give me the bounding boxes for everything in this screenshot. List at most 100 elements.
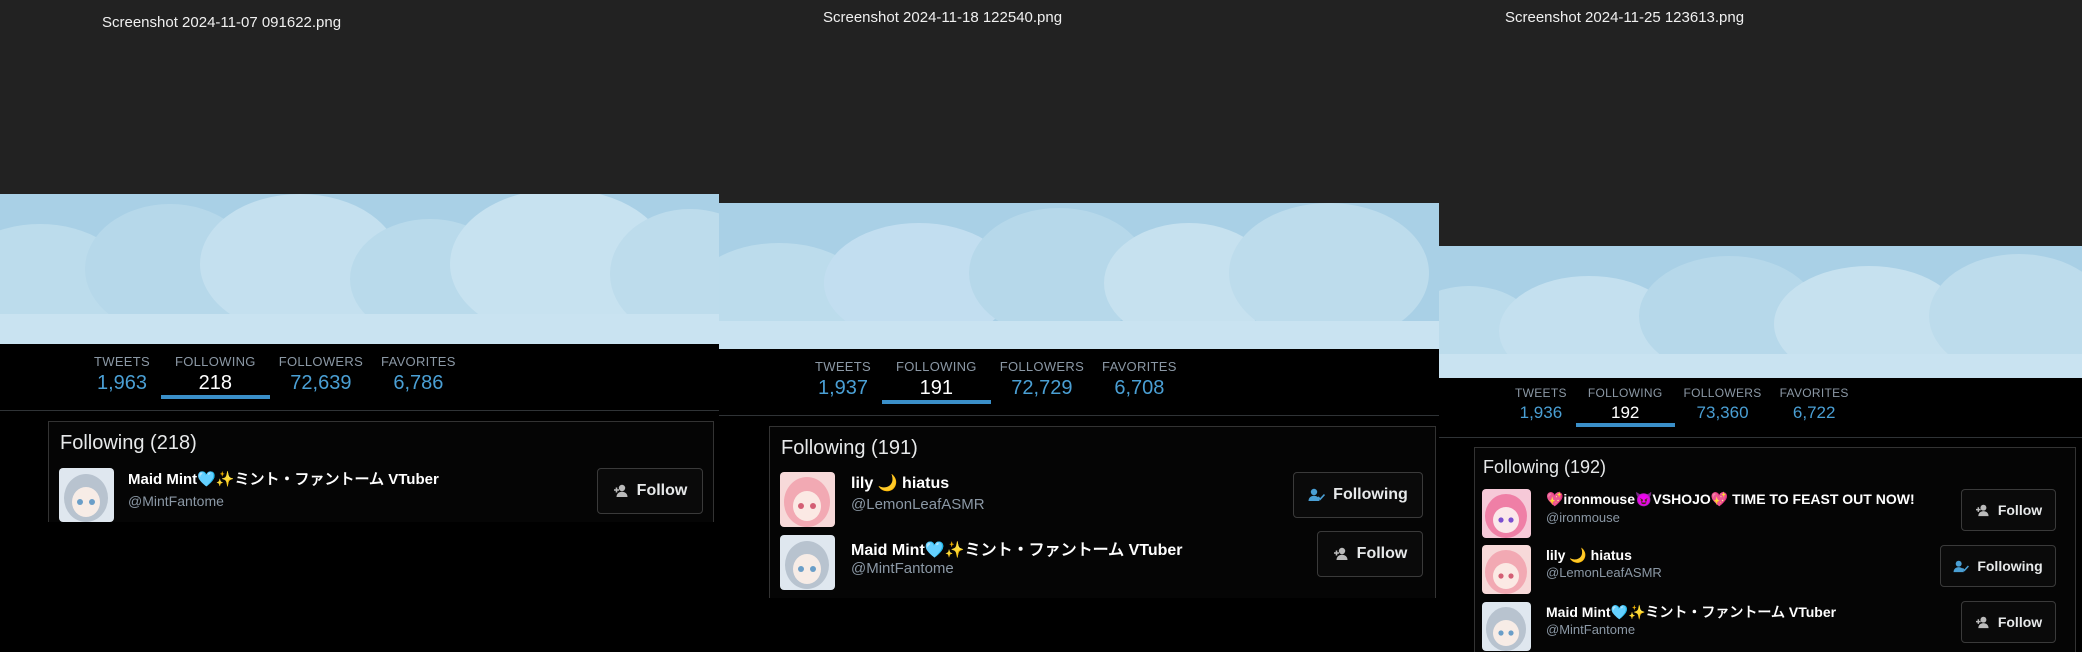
- file-title: Screenshot 2024-11-25 123613.png: [1505, 9, 1745, 26]
- user-display-name[interactable]: Maid Mint🩵✨ミント・ファントーム VTuber: [128, 468, 439, 489]
- following-list-title: Following (192): [1483, 457, 1607, 477]
- user-handle[interactable]: @MintFantome: [1546, 622, 1635, 637]
- stat-followers[interactable]: FOLLOWERS 72,729: [991, 359, 1093, 414]
- follow-icon: [1333, 547, 1349, 561]
- user-display-name[interactable]: 💖ironmouse😈VSHOJO💖 TIME TO FEAST OUT NOW…: [1546, 491, 1915, 508]
- stat-tweets[interactable]: TWEETS 1,936: [1506, 386, 1576, 437]
- stat-value: 1,963: [96, 372, 148, 394]
- stat-label: FOLLOWERS: [999, 359, 1085, 374]
- following-button-label: Following: [1977, 558, 2043, 574]
- user-handle[interactable]: @MintFantome: [128, 493, 224, 509]
- following-icon: [1953, 560, 1970, 573]
- follow-button-label: Follow: [636, 482, 688, 499]
- follow-button[interactable]: Follow: [1961, 489, 2056, 531]
- stat-label: FAVORITES: [381, 354, 456, 369]
- screenshot-panel-2: Screenshot 2024-11-18 122540.png TWEETS …: [719, 0, 1439, 652]
- stat-label: FOLLOWING: [1587, 386, 1663, 400]
- stat-value: 73,360: [1696, 403, 1749, 422]
- stat-label: FOLLOWING: [896, 359, 977, 374]
- follow-button-label: Follow: [1997, 502, 2043, 518]
- avatar[interactable]: [1482, 545, 1531, 594]
- stat-value: 191: [919, 377, 954, 399]
- screenshot-panel-1: Screenshot 2024-11-07 091622.png TWEETS …: [0, 0, 719, 652]
- avatar[interactable]: [1482, 602, 1531, 651]
- stat-followers[interactable]: FOLLOWERS 72,639: [270, 354, 372, 409]
- profile-banner: [0, 194, 719, 344]
- screenshot-panel-3: Screenshot 2024-11-25 123613.png TWEETS …: [1439, 0, 2082, 652]
- image-title-bar: Screenshot 2024-11-07 091622.png: [0, 0, 719, 194]
- stat-value: 192: [1610, 403, 1640, 422]
- stat-following[interactable]: FOLLOWING 218: [161, 354, 270, 409]
- following-button-label: Following: [1333, 486, 1408, 503]
- follow-button[interactable]: Follow: [597, 468, 703, 514]
- profile-stats: TWEETS 1,937 FOLLOWING 191 FOLLOWERS 72,…: [804, 359, 1186, 414]
- profile-stats: TWEETS 1,963 FOLLOWING 218 FOLLOWERS 72,…: [83, 354, 465, 409]
- user-display-name[interactable]: lily 🌙 hiatus: [1546, 547, 1632, 564]
- following-list-title: Following (191): [781, 437, 918, 459]
- follow-button-label: Follow: [1997, 614, 2043, 630]
- stat-favorites[interactable]: FAVORITES 6,722: [1771, 386, 1858, 437]
- user-row: Maid Mint🩵✨ミント・ファントーム VTuber @MintFantom…: [1475, 601, 2075, 652]
- user-row: lily 🌙 hiatus @LemonLeafASMR Following: [770, 472, 1435, 528]
- user-display-name[interactable]: Maid Mint🩵✨ミント・ファントーム VTuber: [1546, 602, 1836, 622]
- stat-value: 6,722: [1792, 403, 1836, 422]
- stat-label: TWEETS: [94, 354, 150, 369]
- user-handle[interactable]: @LemonLeafASMR: [851, 496, 985, 513]
- avatar[interactable]: [780, 472, 835, 527]
- following-icon: [1308, 488, 1326, 502]
- image-title-bar: Screenshot 2024-11-25 123613.png: [1439, 0, 2082, 246]
- user-handle[interactable]: @MintFantome: [851, 560, 954, 577]
- stat-value: 1,937: [817, 377, 869, 399]
- stat-value: 6,708: [1114, 377, 1165, 399]
- stat-value: 72,729: [1011, 377, 1073, 399]
- user-handle[interactable]: @LemonLeafASMR: [1546, 565, 1662, 580]
- stat-label: TWEETS: [1515, 386, 1567, 400]
- stat-label: FAVORITES: [1102, 359, 1177, 374]
- stat-value: 72,639: [290, 372, 352, 394]
- following-list: Following (192) 💖ironmouse😈VSHOJO💖 TIME …: [1474, 447, 2076, 652]
- profile-banner: [1439, 246, 2082, 378]
- follow-icon: [1975, 504, 1990, 517]
- file-title: Screenshot 2024-11-07 091622.png: [102, 14, 342, 31]
- stat-tweets[interactable]: TWEETS 1,937: [804, 359, 882, 414]
- stat-following[interactable]: FOLLOWING 191: [882, 359, 991, 414]
- avatar[interactable]: [1482, 489, 1531, 538]
- stat-value: 6,786: [393, 372, 444, 394]
- following-list-title: Following (218): [60, 432, 197, 454]
- profile-banner: [719, 203, 1439, 349]
- stat-label: FAVORITES: [1779, 386, 1849, 400]
- stat-favorites[interactable]: FAVORITES 6,786: [372, 354, 465, 409]
- user-row: Maid Mint🩵✨ミント・ファントーム VTuber @MintFantom…: [49, 468, 713, 522]
- stat-label: FOLLOWERS: [1683, 386, 1762, 400]
- profile-stats: TWEETS 1,936 FOLLOWING 192 FOLLOWERS 73,…: [1506, 386, 1858, 437]
- follow-icon: [1975, 616, 1990, 629]
- stat-tweets[interactable]: TWEETS 1,963: [83, 354, 161, 409]
- follow-button[interactable]: Follow: [1961, 601, 2056, 643]
- stats-divider: [0, 410, 719, 411]
- stat-label: FOLLOWERS: [278, 354, 364, 369]
- stat-value: 218: [198, 372, 233, 394]
- user-row: Maid Mint🩵✨ミント・ファントーム VTuber @MintFantom…: [770, 531, 1435, 591]
- following-button[interactable]: Following: [1293, 472, 1423, 518]
- user-display-name[interactable]: lily 🌙 hiatus: [851, 473, 949, 493]
- stats-divider: [719, 415, 1439, 416]
- user-display-name[interactable]: Maid Mint🩵✨ミント・ファントーム VTuber: [851, 536, 1183, 560]
- follow-icon: [613, 484, 629, 498]
- avatar[interactable]: [59, 468, 114, 522]
- stat-following[interactable]: FOLLOWING 192: [1575, 386, 1675, 437]
- following-list: Following (218) Maid Mint🩵✨ミント・ファントーム VT…: [48, 421, 714, 522]
- user-row: lily 🌙 hiatus @LemonLeafASMR Following: [1475, 545, 2075, 595]
- stat-label: TWEETS: [815, 359, 871, 374]
- user-row: 💖ironmouse😈VSHOJO💖 TIME TO FEAST OUT NOW…: [1475, 489, 2075, 539]
- stat-value: 1,936: [1519, 403, 1563, 422]
- follow-button[interactable]: Follow: [1317, 531, 1423, 577]
- avatar[interactable]: [780, 535, 835, 590]
- follow-button-label: Follow: [1356, 545, 1408, 562]
- stat-favorites[interactable]: FAVORITES 6,708: [1093, 359, 1186, 414]
- file-title: Screenshot 2024-11-18 122540.png: [823, 9, 1063, 26]
- stats-divider: [1439, 437, 2082, 438]
- user-handle[interactable]: @ironmouse: [1546, 510, 1620, 525]
- stat-followers[interactable]: FOLLOWERS 73,360: [1675, 386, 1771, 437]
- following-button[interactable]: Following: [1940, 545, 2056, 587]
- image-title-bar: Screenshot 2024-11-18 122540.png: [719, 0, 1439, 203]
